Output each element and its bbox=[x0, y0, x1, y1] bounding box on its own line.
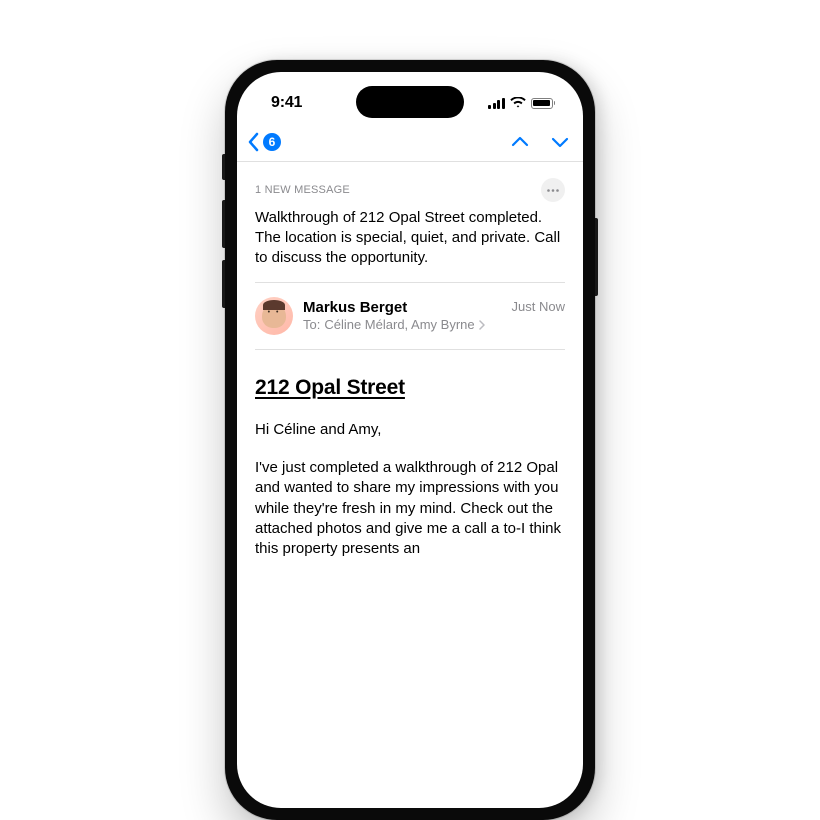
sender-name: Markus Berget bbox=[303, 299, 512, 317]
email-paragraph: I've just completed a walkthrough of 212… bbox=[255, 458, 565, 559]
unread-count-badge: 6 bbox=[263, 133, 281, 151]
battery-icon bbox=[531, 98, 556, 109]
sender-row[interactable]: Markus Berget To: Céline Mélard, Amy Byr… bbox=[255, 283, 565, 350]
mute-switch bbox=[222, 154, 225, 180]
email-body: 212 Opal Street Hi Céline and Amy, I've … bbox=[255, 350, 565, 560]
sender-avatar bbox=[255, 297, 293, 335]
recipients-row[interactable]: To: Céline Mélard, Amy Byrne bbox=[303, 317, 512, 332]
volume-down-button bbox=[222, 260, 225, 308]
nav-actions bbox=[511, 136, 569, 148]
back-button[interactable]: 6 bbox=[247, 132, 281, 152]
email-greeting: Hi Céline and Amy, bbox=[255, 420, 565, 440]
phone-screen: 9:41 bbox=[237, 72, 583, 808]
email-content: 1 NEW MESSAGE Walkthrough of 212 Opal St… bbox=[237, 162, 583, 559]
more-options-button[interactable] bbox=[541, 178, 565, 202]
chevron-right-icon bbox=[479, 320, 485, 330]
phone-frame: 9:41 bbox=[225, 60, 595, 820]
status-time: 9:41 bbox=[271, 94, 302, 112]
previous-message-button[interactable] bbox=[511, 136, 529, 148]
sender-info: Markus Berget To: Céline Mélard, Amy Byr… bbox=[303, 299, 512, 332]
cellular-signal-icon bbox=[488, 98, 505, 109]
navigation-bar: 6 bbox=[237, 122, 583, 162]
volume-up-button bbox=[222, 200, 225, 248]
to-label: To: bbox=[303, 317, 320, 332]
power-button bbox=[595, 218, 598, 296]
status-indicators bbox=[488, 97, 555, 109]
recipients-list: Céline Mélard, Amy Byrne bbox=[324, 317, 474, 332]
message-timestamp: Just Now bbox=[512, 299, 565, 314]
next-message-button[interactable] bbox=[551, 136, 569, 148]
chevron-left-icon bbox=[247, 132, 259, 152]
wifi-icon bbox=[510, 97, 526, 109]
dynamic-island bbox=[356, 86, 464, 118]
ellipsis-icon bbox=[547, 189, 559, 192]
summary-label: 1 NEW MESSAGE bbox=[255, 184, 350, 196]
summary-text: Walkthrough of 212 Opal Street completed… bbox=[255, 208, 565, 268]
email-subject: 212 Opal Street bbox=[255, 376, 565, 400]
message-summary: 1 NEW MESSAGE Walkthrough of 212 Opal St… bbox=[255, 162, 565, 283]
